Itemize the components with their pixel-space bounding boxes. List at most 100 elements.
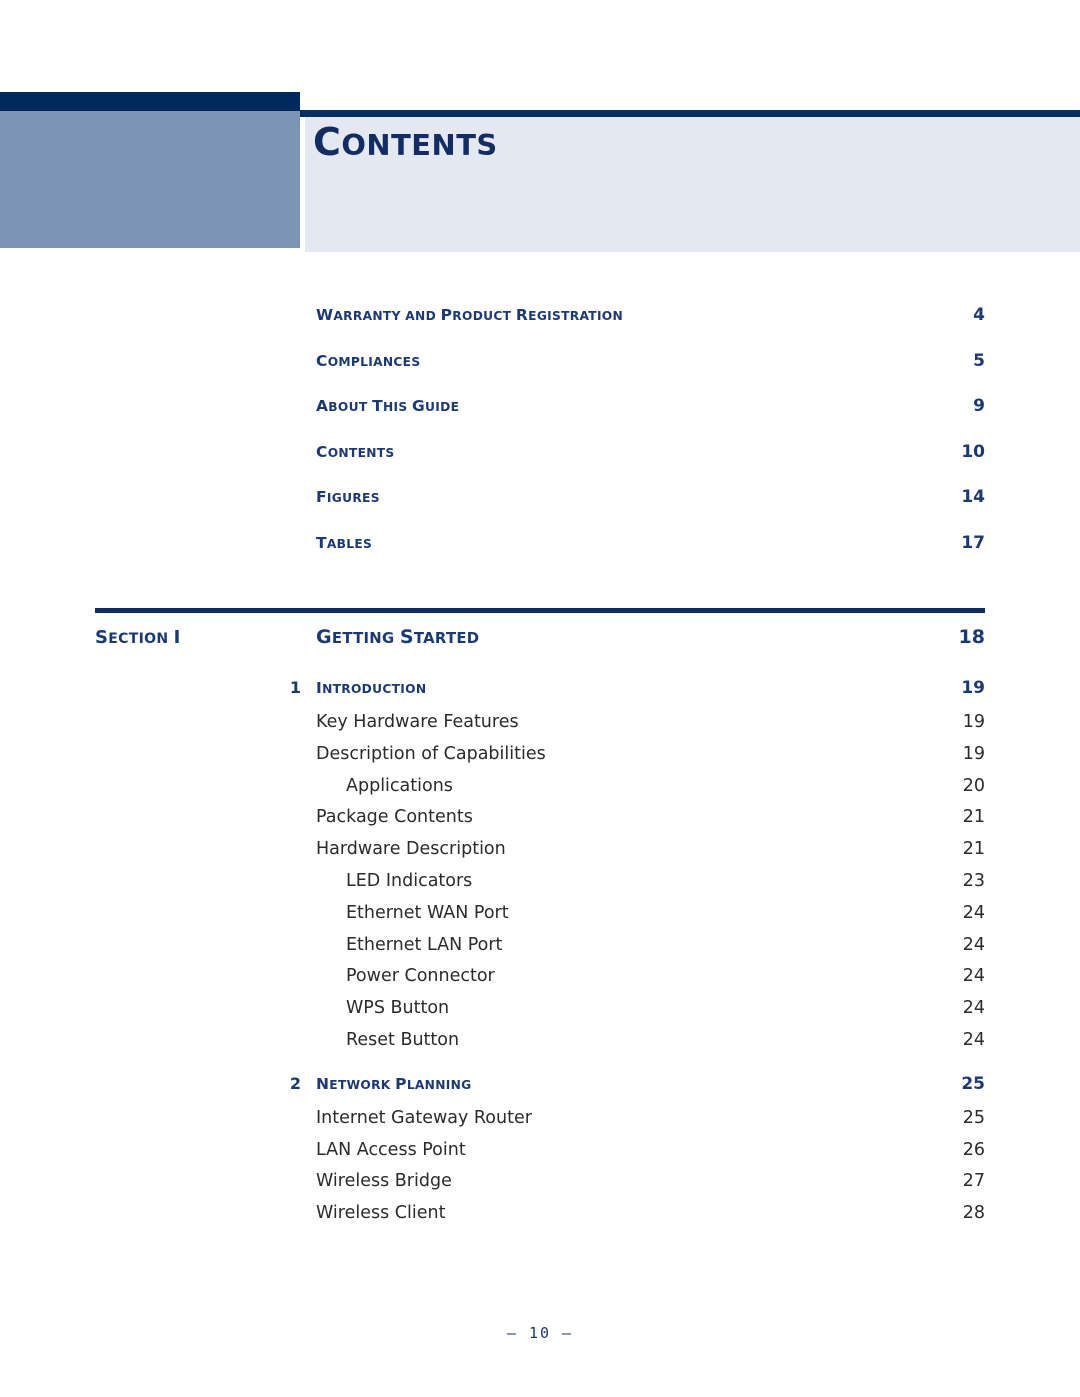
chapter-title: INTRODUCTION xyxy=(301,679,961,697)
smallcaps-body: ONTENTS xyxy=(327,445,395,460)
toc-entry-tables[interactable]: TABLES 17 xyxy=(316,533,985,579)
toc-item-label: LED Indicators xyxy=(346,870,473,891)
toc-entry-figures[interactable]: FIGURES 14 xyxy=(316,487,985,533)
smallcaps-initial: P xyxy=(395,1074,407,1093)
smallcaps-body: OMPLIANCES xyxy=(327,354,421,369)
toc-entry-about-this-guide[interactable]: ABOUT THIS GUIDE 9 xyxy=(316,396,985,442)
toc-item-ethernet-wan-port[interactable]: Ethernet WAN Port 24 xyxy=(275,903,985,935)
smallcaps-initial: G xyxy=(316,626,332,648)
smallcaps-body: IGURES xyxy=(326,491,380,505)
smallcaps-body: ETWORK xyxy=(329,1077,396,1092)
smallcaps-initial: P xyxy=(440,306,453,324)
toc-entry-warranty-and-product-registration[interactable]: WARRANTY AND PRODUCT REGISTRATION 4 xyxy=(316,305,985,351)
toc-item-label: WPS Button xyxy=(346,998,450,1019)
toc-item-power-connector[interactable]: Power Connector 24 xyxy=(275,966,985,998)
chapter-title: NETWORK PLANNING xyxy=(301,1075,961,1093)
smallcaps-initial: N xyxy=(316,1074,330,1093)
smallcaps-initial: A xyxy=(316,397,329,415)
toc-entry-label: COMPLIANCES xyxy=(316,352,420,370)
toc-item-label: Description of Capabilities xyxy=(316,743,546,764)
toc-item-label: Wireless Client xyxy=(316,1203,446,1224)
toc-entry-page-number: 17 xyxy=(961,532,985,553)
toc-chapter-network-planning[interactable]: 2 NETWORK PLANNING 25 xyxy=(275,1074,985,1108)
toc-body-list: 1 INTRODUCTION 19 Key Hardware Features … xyxy=(275,678,985,1235)
section-label: SECTION I xyxy=(95,627,316,648)
toc-item-page-number: 27 xyxy=(962,1171,985,1192)
chapter-number: 2 xyxy=(289,1073,301,1093)
toc-item-internet-gateway-router[interactable]: Internet Gateway Router 25 xyxy=(275,1108,985,1140)
toc-entry-label: FIGURES xyxy=(316,488,380,506)
toc-entry-contents[interactable]: CONTENTS 10 xyxy=(316,442,985,488)
smallcaps-initial: C xyxy=(316,442,328,461)
smallcaps-body: ABLES xyxy=(326,536,373,551)
toc-entry-label: CONTENTS xyxy=(316,443,395,461)
toc-chapter-introduction[interactable]: 1 INTRODUCTION 19 xyxy=(275,678,985,712)
smallcaps-body: BOUT xyxy=(328,400,373,414)
toc-item-label: Internet Gateway Router xyxy=(316,1107,532,1128)
toc-item-page-number: 28 xyxy=(962,1203,985,1224)
header-slate-block xyxy=(0,111,300,248)
toc-item-label: Applications xyxy=(346,775,453,796)
page-footer: – 10 – xyxy=(0,1324,1080,1342)
smallcaps-body: ETTING xyxy=(331,630,400,647)
header-navy-rule xyxy=(300,110,1080,117)
toc-item-label: Reset Button xyxy=(346,1029,460,1050)
toc-item-page-number: 24 xyxy=(962,998,985,1019)
toc-item-label: Ethernet LAN Port xyxy=(346,934,503,955)
toc-entry-page-number: 9 xyxy=(973,396,985,416)
toc-item-wireless-bridge[interactable]: Wireless Bridge 27 xyxy=(275,1171,985,1203)
toc-item-label: Wireless Bridge xyxy=(316,1171,452,1192)
page-title-initial: C xyxy=(313,120,342,164)
toc-item-page-number: 19 xyxy=(962,712,985,732)
toc-entry-label: WARRANTY AND PRODUCT REGISTRATION xyxy=(316,306,623,324)
smallcaps-body: RODUCT xyxy=(452,309,516,323)
smallcaps-body: ARRANTY AND xyxy=(333,309,441,323)
toc-item-page-number: 24 xyxy=(962,934,985,955)
toc-item-hardware-description[interactable]: Hardware Description 21 xyxy=(275,839,985,871)
smallcaps-body: LANNING xyxy=(406,1077,472,1092)
section-roman-numeral: I xyxy=(173,627,181,648)
toc-item-applications[interactable]: Applications 20 xyxy=(275,776,985,808)
toc-entry-compliances[interactable]: COMPLIANCES 5 xyxy=(316,351,985,397)
page-title: CONTENTS xyxy=(313,123,498,161)
toc-item-page-number: 21 xyxy=(962,839,985,860)
toc-item-wireless-client[interactable]: Wireless Client 28 xyxy=(275,1203,985,1235)
toc-item-page-number: 20 xyxy=(962,775,985,796)
chapter-number: 1 xyxy=(289,678,301,697)
toc-item-ethernet-lan-port[interactable]: Ethernet LAN Port 24 xyxy=(275,935,985,967)
toc-item-lan-access-point[interactable]: LAN Access Point 26 xyxy=(275,1140,985,1172)
section-heading-row[interactable]: SECTION I GETTING STARTED 18 xyxy=(95,626,985,648)
smallcaps-initial: F xyxy=(316,488,327,506)
toc-item-reset-button[interactable]: Reset Button 24 xyxy=(275,1030,985,1062)
smallcaps-initial: S xyxy=(95,627,109,648)
smallcaps-body: UIDE xyxy=(425,400,460,414)
toc-item-description-of-capabilities[interactable]: Description of Capabilities 19 xyxy=(275,744,985,776)
smallcaps-initial: T xyxy=(316,533,327,552)
toc-item-wps-button[interactable]: WPS Button 24 xyxy=(275,998,985,1030)
header-navy-cap-bar xyxy=(0,92,300,111)
toc-item-package-contents[interactable]: Package Contents 21 xyxy=(275,807,985,839)
toc-item-led-indicators[interactable]: LED Indicators 23 xyxy=(275,871,985,903)
toc-item-page-number: 25 xyxy=(962,1107,985,1128)
smallcaps-body: EGISTRATION xyxy=(528,309,624,323)
toc-item-key-hardware-features[interactable]: Key Hardware Features 19 xyxy=(275,712,985,744)
toc-entry-page-number: 14 xyxy=(961,487,985,507)
section-title: GETTING STARTED xyxy=(316,626,959,648)
toc-item-label: Ethernet WAN Port xyxy=(346,902,509,923)
smallcaps-initial: C xyxy=(316,351,328,370)
toc-item-label: Power Connector xyxy=(346,966,495,987)
smallcaps-body: HIS xyxy=(382,400,412,414)
frontmatter-list: WARRANTY AND PRODUCT REGISTRATION 4 COMP… xyxy=(316,305,985,578)
toc-item-page-number: 24 xyxy=(962,966,985,987)
toc-item-page-number: 21 xyxy=(962,807,985,828)
smallcaps-initial: W xyxy=(316,306,334,324)
smallcaps-body: ECTION xyxy=(108,631,174,647)
toc-item-label: Package Contents xyxy=(316,807,473,828)
smallcaps-initial: S xyxy=(399,626,414,648)
smallcaps-initial: T xyxy=(372,397,383,415)
toc-entry-page-number: 4 xyxy=(973,305,985,325)
toc-item-page-number: 19 xyxy=(962,743,985,764)
page-header-banner: CONTENTS xyxy=(0,0,1080,255)
toc-entry-label: ABOUT THIS GUIDE xyxy=(316,397,459,415)
smallcaps-body: TARTED xyxy=(413,630,480,647)
